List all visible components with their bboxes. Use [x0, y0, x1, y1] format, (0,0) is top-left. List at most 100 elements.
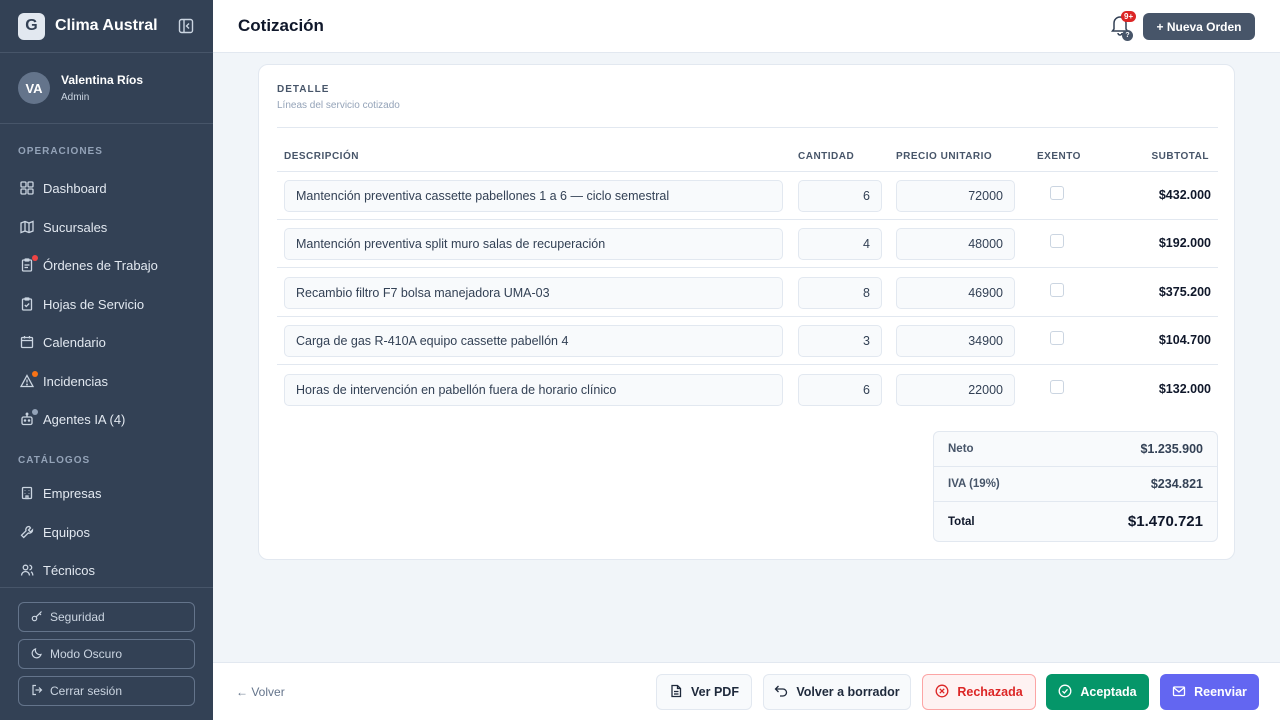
- subtotal-value: $432.000: [1158, 188, 1211, 202]
- section-label-catalogos: CATÁLOGOS: [18, 455, 91, 466]
- key-icon: [31, 610, 50, 625]
- clipboard-icon: [20, 255, 43, 272]
- exempt-checkbox[interactable]: [1050, 380, 1064, 394]
- unit-price-input[interactable]: 34900: [896, 325, 1015, 357]
- view-pdf-button[interactable]: Ver PDF: [656, 674, 752, 710]
- tax-row: IVA (19%) $234.821: [934, 467, 1217, 502]
- unit-price-input[interactable]: 72000: [896, 180, 1015, 212]
- sidebar-item-label: Empresas: [43, 485, 102, 501]
- table-row: Recambio filtro F7 bolsa manejadora UMA-…: [277, 269, 1218, 317]
- divider: [277, 127, 1218, 128]
- unit-price-input[interactable]: 46900: [896, 277, 1015, 309]
- top-header: Cotización 9+ ? + Nueva Orden: [213, 0, 1280, 53]
- file-icon: [669, 684, 691, 701]
- user-profile[interactable]: VA Valentina Ríos Admin: [0, 53, 213, 124]
- detail-subheading: Líneas del servicio cotizado: [277, 100, 400, 111]
- page-title: Cotización: [238, 16, 324, 35]
- sidebar-item-label: Hojas de Servicio: [43, 296, 145, 312]
- detail-heading: DETALLE: [277, 84, 330, 95]
- rejected-button[interactable]: Rechazada: [922, 674, 1036, 710]
- building-icon: [20, 486, 43, 500]
- subtotal-value: $192.000: [1158, 236, 1211, 250]
- sidebar-item-label: Dashboard: [43, 180, 107, 196]
- sidebar-item-empresas[interactable]: Empresas: [0, 477, 213, 509]
- unit-price-input[interactable]: 48000: [896, 228, 1015, 260]
- grid-icon: [20, 181, 43, 195]
- totals-box: Neto $1.235.900 IVA (19%) $234.821 Total…: [933, 431, 1218, 542]
- user-role: Admin: [61, 92, 90, 103]
- quantity-input[interactable]: 6: [798, 374, 882, 406]
- sidebar-item-sucursales[interactable]: Sucursales: [0, 211, 213, 243]
- description-input[interactable]: Carga de gas R-410A equipo cassette pabe…: [284, 325, 783, 357]
- notification-dot: [32, 409, 38, 415]
- total-row: Total $1.470.721: [934, 502, 1217, 541]
- exempt-checkbox[interactable]: [1050, 283, 1064, 297]
- moon-icon: [31, 647, 50, 662]
- sidebar-item-agentes-ia[interactable]: Agentes IA (4): [0, 403, 213, 435]
- back-to-draft-button[interactable]: Volver a borrador: [763, 674, 911, 710]
- total-label: Total: [948, 515, 975, 528]
- quantity-input[interactable]: 6: [798, 180, 882, 212]
- check-circle-icon: [1058, 684, 1080, 701]
- table-row: Mantención preventiva cassette pabellone…: [277, 172, 1218, 220]
- x-circle-icon: [935, 684, 957, 701]
- subtotal-value: $375.200: [1158, 285, 1211, 299]
- rejected-label: Rechazada: [957, 685, 1023, 699]
- sidebar-collapse-icon[interactable]: [177, 17, 195, 35]
- sidebar-item-label: Técnicos: [43, 562, 96, 578]
- resend-label: Reenviar: [1194, 685, 1247, 699]
- action-footer: ← Volver Ver PDF Volver a borrador Recha…: [213, 662, 1280, 720]
- notification-count-badge: 9+: [1121, 11, 1137, 22]
- sidebar-item-dashboard[interactable]: Dashboard: [0, 172, 213, 204]
- subtotal-value: $132.000: [1158, 382, 1211, 396]
- sidebar-item-incidencias[interactable]: Incidencias: [0, 365, 213, 397]
- exempt-checkbox[interactable]: [1050, 234, 1064, 248]
- map-icon: [20, 220, 43, 234]
- back-link[interactable]: ← Volver: [236, 685, 285, 699]
- undo-icon: [774, 684, 796, 701]
- exempt-checkbox[interactable]: [1050, 331, 1064, 345]
- notification-dot: [32, 255, 38, 261]
- sidebar-item-label: Incidencias: [43, 373, 109, 389]
- net-value: $1.235.900: [1140, 442, 1203, 456]
- sidebar-item-tecnicos[interactable]: Técnicos: [0, 554, 213, 586]
- back-to-draft-label: Volver a borrador: [796, 685, 900, 699]
- net-row: Neto $1.235.900: [934, 432, 1217, 467]
- section-label-operaciones: OPERACIONES: [18, 146, 103, 157]
- description-input[interactable]: Horas de intervención en pabellón fuera …: [284, 374, 783, 406]
- clipboard-check-icon: [20, 297, 43, 311]
- description-input[interactable]: Mantención preventiva cassette pabellone…: [284, 180, 783, 212]
- dark-mode-button[interactable]: Modo Oscuro: [18, 639, 195, 669]
- sidebar-item-equipos[interactable]: Equipos: [0, 516, 213, 548]
- accepted-button[interactable]: Aceptada: [1046, 674, 1149, 710]
- brand-name: Clima Austral: [55, 17, 158, 34]
- sidebar-item-ordenes[interactable]: Órdenes de Trabajo: [0, 249, 213, 281]
- quantity-input[interactable]: 8: [798, 277, 882, 309]
- calendar-icon: [20, 335, 43, 349]
- sidebar-item-label: Sucursales: [43, 219, 108, 235]
- sidebar: G Clima Austral VA Valentina Ríos Admin …: [0, 0, 213, 720]
- sidebar-item-hojas[interactable]: Hojas de Servicio: [0, 288, 213, 320]
- unit-price-input[interactable]: 22000: [896, 374, 1015, 406]
- exempt-checkbox[interactable]: [1050, 186, 1064, 200]
- tax-label: IVA (19%): [948, 478, 1000, 490]
- table-row: Mantención preventiva split muro salas d…: [277, 220, 1218, 268]
- resend-button[interactable]: Reenviar: [1160, 674, 1259, 710]
- description-input[interactable]: Mantención preventiva split muro salas d…: [284, 228, 783, 260]
- column-header-unit-price: PRECIO UNITARIO: [896, 151, 993, 162]
- accepted-label: Aceptada: [1080, 685, 1137, 699]
- sidebar-item-calendario[interactable]: Calendario: [0, 326, 213, 358]
- description-input[interactable]: Recambio filtro F7 bolsa manejadora UMA-…: [284, 277, 783, 309]
- new-order-button[interactable]: + Nueva Orden: [1143, 13, 1255, 40]
- total-value: $1.470.721: [1127, 513, 1203, 530]
- quantity-input[interactable]: 4: [798, 228, 882, 260]
- notifications-button[interactable]: 9+ ?: [1110, 11, 1137, 41]
- net-label: Neto: [948, 443, 974, 455]
- logout-icon: [31, 684, 50, 699]
- logout-button[interactable]: Cerrar sesión: [18, 676, 195, 706]
- notification-dot: [32, 371, 38, 377]
- security-button[interactable]: Seguridad: [18, 602, 195, 632]
- view-pdf-label: Ver PDF: [691, 685, 739, 699]
- logout-label: Cerrar sesión: [50, 684, 123, 698]
- quantity-input[interactable]: 3: [798, 325, 882, 357]
